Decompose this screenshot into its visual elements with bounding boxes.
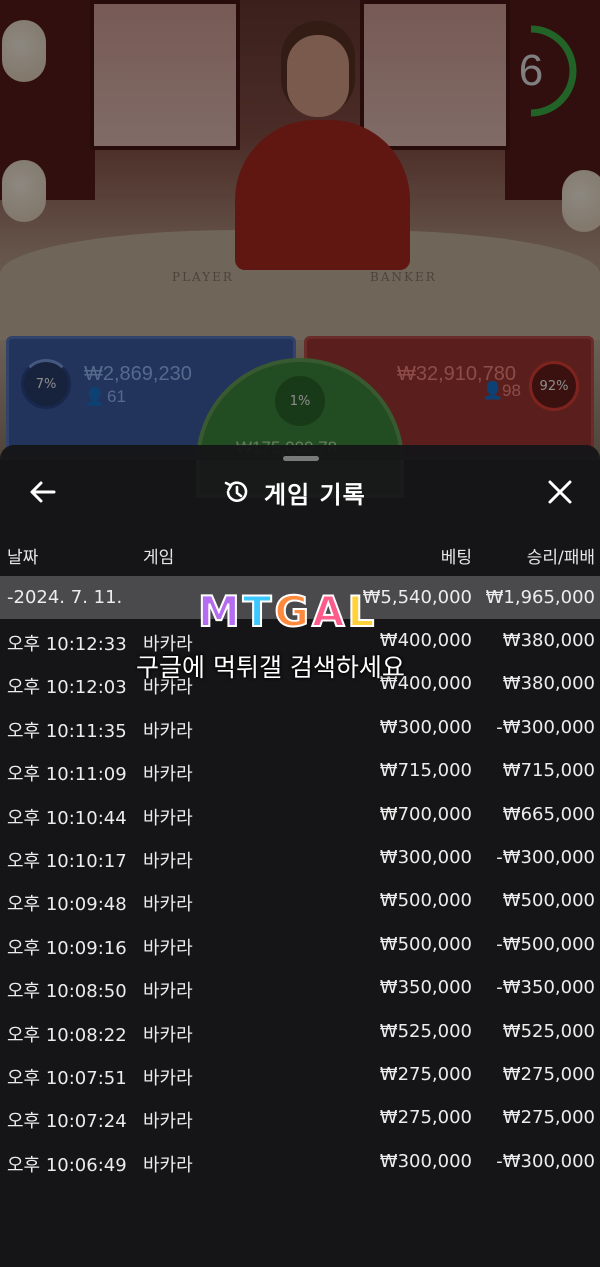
- history-row[interactable]: 오후 10:07:51 바카라 ₩275,000 ₩275,000: [0, 1053, 600, 1096]
- live-dealer-video: PLAYER BANKER 6 7% ₩2,869,230 👤 61 ₩32,9…: [0, 0, 600, 498]
- row-time: 오후 10:09:16: [7, 937, 127, 959]
- row-bet: ₩300,000: [379, 847, 472, 868]
- row-bet: ₩300,000: [379, 1150, 472, 1172]
- row-game: 바카라: [143, 1068, 193, 1089]
- row-result: -₩300,000: [496, 1150, 595, 1172]
- close-button[interactable]: [543, 475, 577, 509]
- row-game: 바카라: [143, 807, 193, 829]
- row-game: 바카라: [143, 1154, 193, 1176]
- history-row[interactable]: 오후 10:11:09 바카라 ₩715,000 ₩715,000: [0, 749, 600, 792]
- row-time: 오후 10:06:49: [7, 1154, 127, 1176]
- sheet-header: 게임 기록: [222, 473, 366, 511]
- close-icon: [548, 480, 572, 504]
- row-bet: ₩715,000: [379, 760, 472, 782]
- row-result: ₩275,000: [502, 1064, 595, 1085]
- row-result: ₩500,000: [502, 890, 595, 912]
- row-bet: ₩500,000: [379, 933, 472, 955]
- column-header-date: 날짜: [7, 548, 39, 568]
- watermark-logo-letter: A: [311, 586, 346, 637]
- row-bet: ₩275,000: [379, 1064, 472, 1085]
- watermark-logo: MTGAL: [197, 586, 376, 637]
- page-title: 게임 기록: [264, 480, 366, 509]
- history-row[interactable]: 오후 10:09:16 바카라 ₩500,000 -₩500,000: [0, 923, 600, 966]
- column-header-game: 게임: [143, 548, 175, 568]
- date-total-result: ₩1,965,000: [485, 587, 595, 608]
- history-row[interactable]: 오후 10:10:17 바카라 ₩300,000 -₩300,000: [0, 836, 600, 879]
- row-bet: ₩500,000: [379, 890, 472, 912]
- row-game: 바카라: [143, 981, 193, 1003]
- row-result: ₩380,000: [502, 673, 595, 695]
- row-time: 오후 10:07:24: [7, 1111, 127, 1133]
- history-row[interactable]: 오후 10:11:35 바카라 ₩300,000 -₩300,000: [0, 706, 600, 749]
- row-bet: ₩350,000: [379, 977, 472, 999]
- row-time: 오후 10:07:51: [7, 1068, 127, 1089]
- row-result: ₩380,000: [502, 630, 595, 651]
- row-game: 바카라: [143, 1024, 193, 1046]
- row-bet: ₩525,000: [379, 1020, 472, 1042]
- row-bet: ₩275,000: [379, 1107, 472, 1129]
- watermark-logo-letter: L: [346, 586, 376, 637]
- row-game: 바카라: [143, 851, 193, 872]
- row-time: 오후 10:11:35: [7, 720, 127, 742]
- history-row[interactable]: 오후 10:10:44 바카라 ₩700,000 ₩665,000: [0, 793, 600, 836]
- history-icon: [224, 481, 248, 502]
- back-button[interactable]: [26, 475, 60, 509]
- row-time: 오후 10:12:33: [7, 634, 127, 655]
- history-row[interactable]: 오후 10:08:22 바카라 ₩525,000 ₩525,000: [0, 1010, 600, 1053]
- row-game: 바카라: [143, 1111, 193, 1133]
- history-row[interactable]: 오후 10:08:50 바카라 ₩350,000 -₩350,000: [0, 966, 600, 1009]
- watermark-logo-letter: M: [197, 586, 241, 637]
- row-game: 바카라: [143, 720, 193, 742]
- watermark-logo-letter: T: [242, 586, 273, 637]
- date-label: -2024. 7. 11.: [7, 587, 123, 608]
- row-result: -₩350,000: [496, 977, 595, 999]
- column-header-result: 승리/패배: [526, 548, 595, 568]
- video-dim-overlay: [0, 0, 600, 460]
- row-time: 오후 10:10:44: [7, 807, 127, 829]
- watermark-text: 구글에 먹튀갤 검색하세요: [136, 653, 405, 682]
- sheet-drag-handle[interactable]: [283, 456, 319, 461]
- app-screen: PLAYER BANKER 6 7% ₩2,869,230 👤 61 ₩32,9…: [0, 0, 600, 1267]
- row-bet: ₩700,000: [379, 803, 472, 825]
- column-header-bet: 베팅: [440, 548, 472, 568]
- row-time: 오후 10:09:48: [7, 894, 127, 916]
- row-bet: ₩300,000: [379, 716, 472, 738]
- row-result: ₩665,000: [502, 803, 595, 825]
- row-time: 오후 10:08:22: [7, 1024, 127, 1046]
- row-result: ₩275,000: [502, 1107, 595, 1129]
- row-time: 오후 10:11:09: [7, 764, 127, 786]
- row-time: 오후 10:12:03: [7, 677, 127, 699]
- history-row[interactable]: 오후 10:09:48 바카라 ₩500,000 ₩500,000: [0, 879, 600, 922]
- row-time: 오후 10:10:17: [7, 851, 127, 872]
- row-game: 바카라: [143, 937, 193, 959]
- row-result: -₩300,000: [496, 716, 595, 738]
- date-total-bet: ₩5,540,000: [362, 587, 472, 608]
- arrow-left-icon: [30, 481, 56, 503]
- history-table-header: 날짜 게임 베팅 승리/패배: [0, 537, 600, 573]
- row-result: -₩500,000: [496, 933, 595, 955]
- row-time: 오후 10:08:50: [7, 981, 127, 1003]
- row-game: 바카라: [143, 764, 193, 786]
- row-game: 바카라: [143, 894, 193, 916]
- row-result: ₩715,000: [502, 760, 595, 782]
- game-history-sheet: 게임 기록 날짜 게임 베팅 승리/패배 -2024. 7. 11. ₩5,54…: [0, 445, 600, 1267]
- history-row[interactable]: 오후 10:06:49 바카라 ₩300,000 -₩300,000: [0, 1140, 600, 1183]
- row-result: ₩525,000: [502, 1020, 595, 1042]
- history-row[interactable]: 오후 10:07:24 바카라 ₩275,000 ₩275,000: [0, 1096, 600, 1139]
- watermark-logo-letter: G: [273, 586, 310, 637]
- row-result: -₩300,000: [496, 847, 595, 868]
